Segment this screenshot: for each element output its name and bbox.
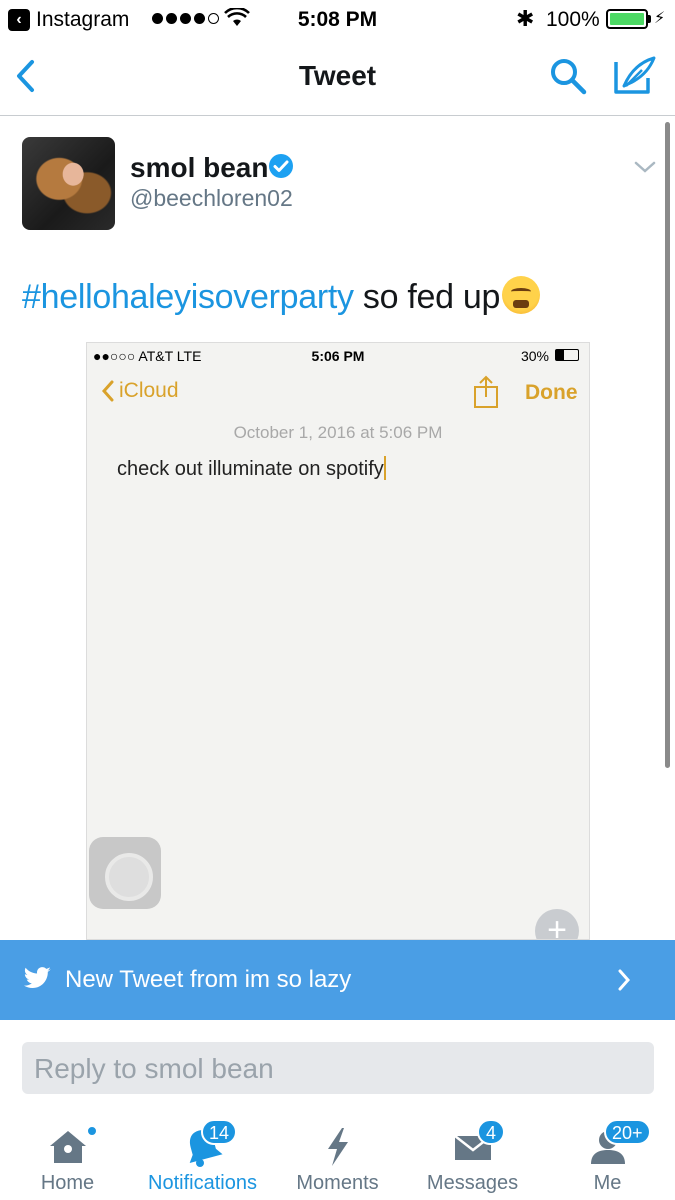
me-badge: 20+ [604,1119,651,1145]
home-icon [50,1131,86,1163]
embedded-done-label: Done [525,381,578,404]
tab-bar: Home 14 Notifications Moments 4 Messages… [0,1108,675,1200]
scrollbar[interactable] [665,122,670,768]
author-handle[interactable]: @beechloren02 [130,185,293,212]
tab-me[interactable]: 20+ Me [540,1108,675,1200]
embedded-share-icon [474,375,498,408]
text-cursor [383,456,386,480]
new-tweet-banner-text: New Tweet from im so lazy [65,966,352,993]
tab-moments-label: Moments [296,1172,379,1194]
tweet-hashtag-link[interactable]: #hellohaleyisoverparty [22,278,354,316]
status-bar: ‹ Instagram 5:08 PM ✱ 100% ⚡ [0,0,675,38]
new-tweet-banner[interactable]: New Tweet from im so lazy [0,940,675,1020]
embedded-note-body: check out illuminate on spotify [117,458,384,480]
charging-icon: ⚡ [654,10,666,27]
tab-me-label: Me [593,1172,622,1194]
battery-percent: 100% [546,8,600,31]
tab-home[interactable]: Home [0,1108,135,1200]
face-with-steam-emoji-icon [502,276,541,314]
tab-notifications-label: Notifications [148,1172,257,1194]
embedded-add-icon: + [535,909,579,939]
tab-notifications[interactable]: 14 Notifications [135,1108,270,1200]
lightning-icon [328,1128,348,1166]
embedded-battery-percent: 30% [520,348,549,364]
tweet-text: #hellohaleyisoverparty so fed up [22,276,541,317]
compose-tweet-icon[interactable] [612,54,658,96]
messages-badge: 4 [477,1119,505,1145]
reply-input[interactable]: Reply to smol bean [22,1042,654,1094]
tab-home-label: Home [40,1172,95,1194]
author-avatar[interactable] [22,137,115,230]
notifications-badge: 14 [201,1119,238,1145]
search-icon[interactable] [548,56,588,96]
chevron-down-icon[interactable] [633,158,657,176]
embedded-back-label: iCloud [119,379,179,402]
nav-bar: Tweet [0,38,675,116]
embedded-battery-icon [555,349,579,361]
embedded-icloud-back: iCloud [101,379,179,403]
embedded-back-chevron-icon [101,380,114,402]
embedded-note-text: check out illuminate on spotify [117,456,386,481]
chevron-right-icon [618,969,631,991]
tweet-body-text: so fed up [353,278,501,316]
tab-moments[interactable]: Moments [270,1108,405,1200]
embedded-time: 5:06 PM [311,348,365,364]
embedded-note-date: October 1, 2016 at 5:06 PM [233,423,443,442]
verified-badge-icon [269,154,293,178]
twitter-bird-icon [24,967,51,988]
assistive-touch-icon [89,837,161,909]
tab-messages[interactable]: 4 Messages [405,1108,540,1200]
tweet-media-image[interactable]: ●●○○○ AT&T LTE 5:06 PM 30% iCloud Done O… [86,342,590,940]
author-name[interactable]: smol bean [130,152,268,184]
bluetooth-icon: ✱ [516,6,535,31]
home-new-dot [86,1125,98,1137]
embedded-status-bar: ●●○○○ AT&T LTE 5:06 PM 30% [87,343,589,369]
tab-messages-label: Messages [426,1172,519,1194]
battery-icon [606,9,648,29]
